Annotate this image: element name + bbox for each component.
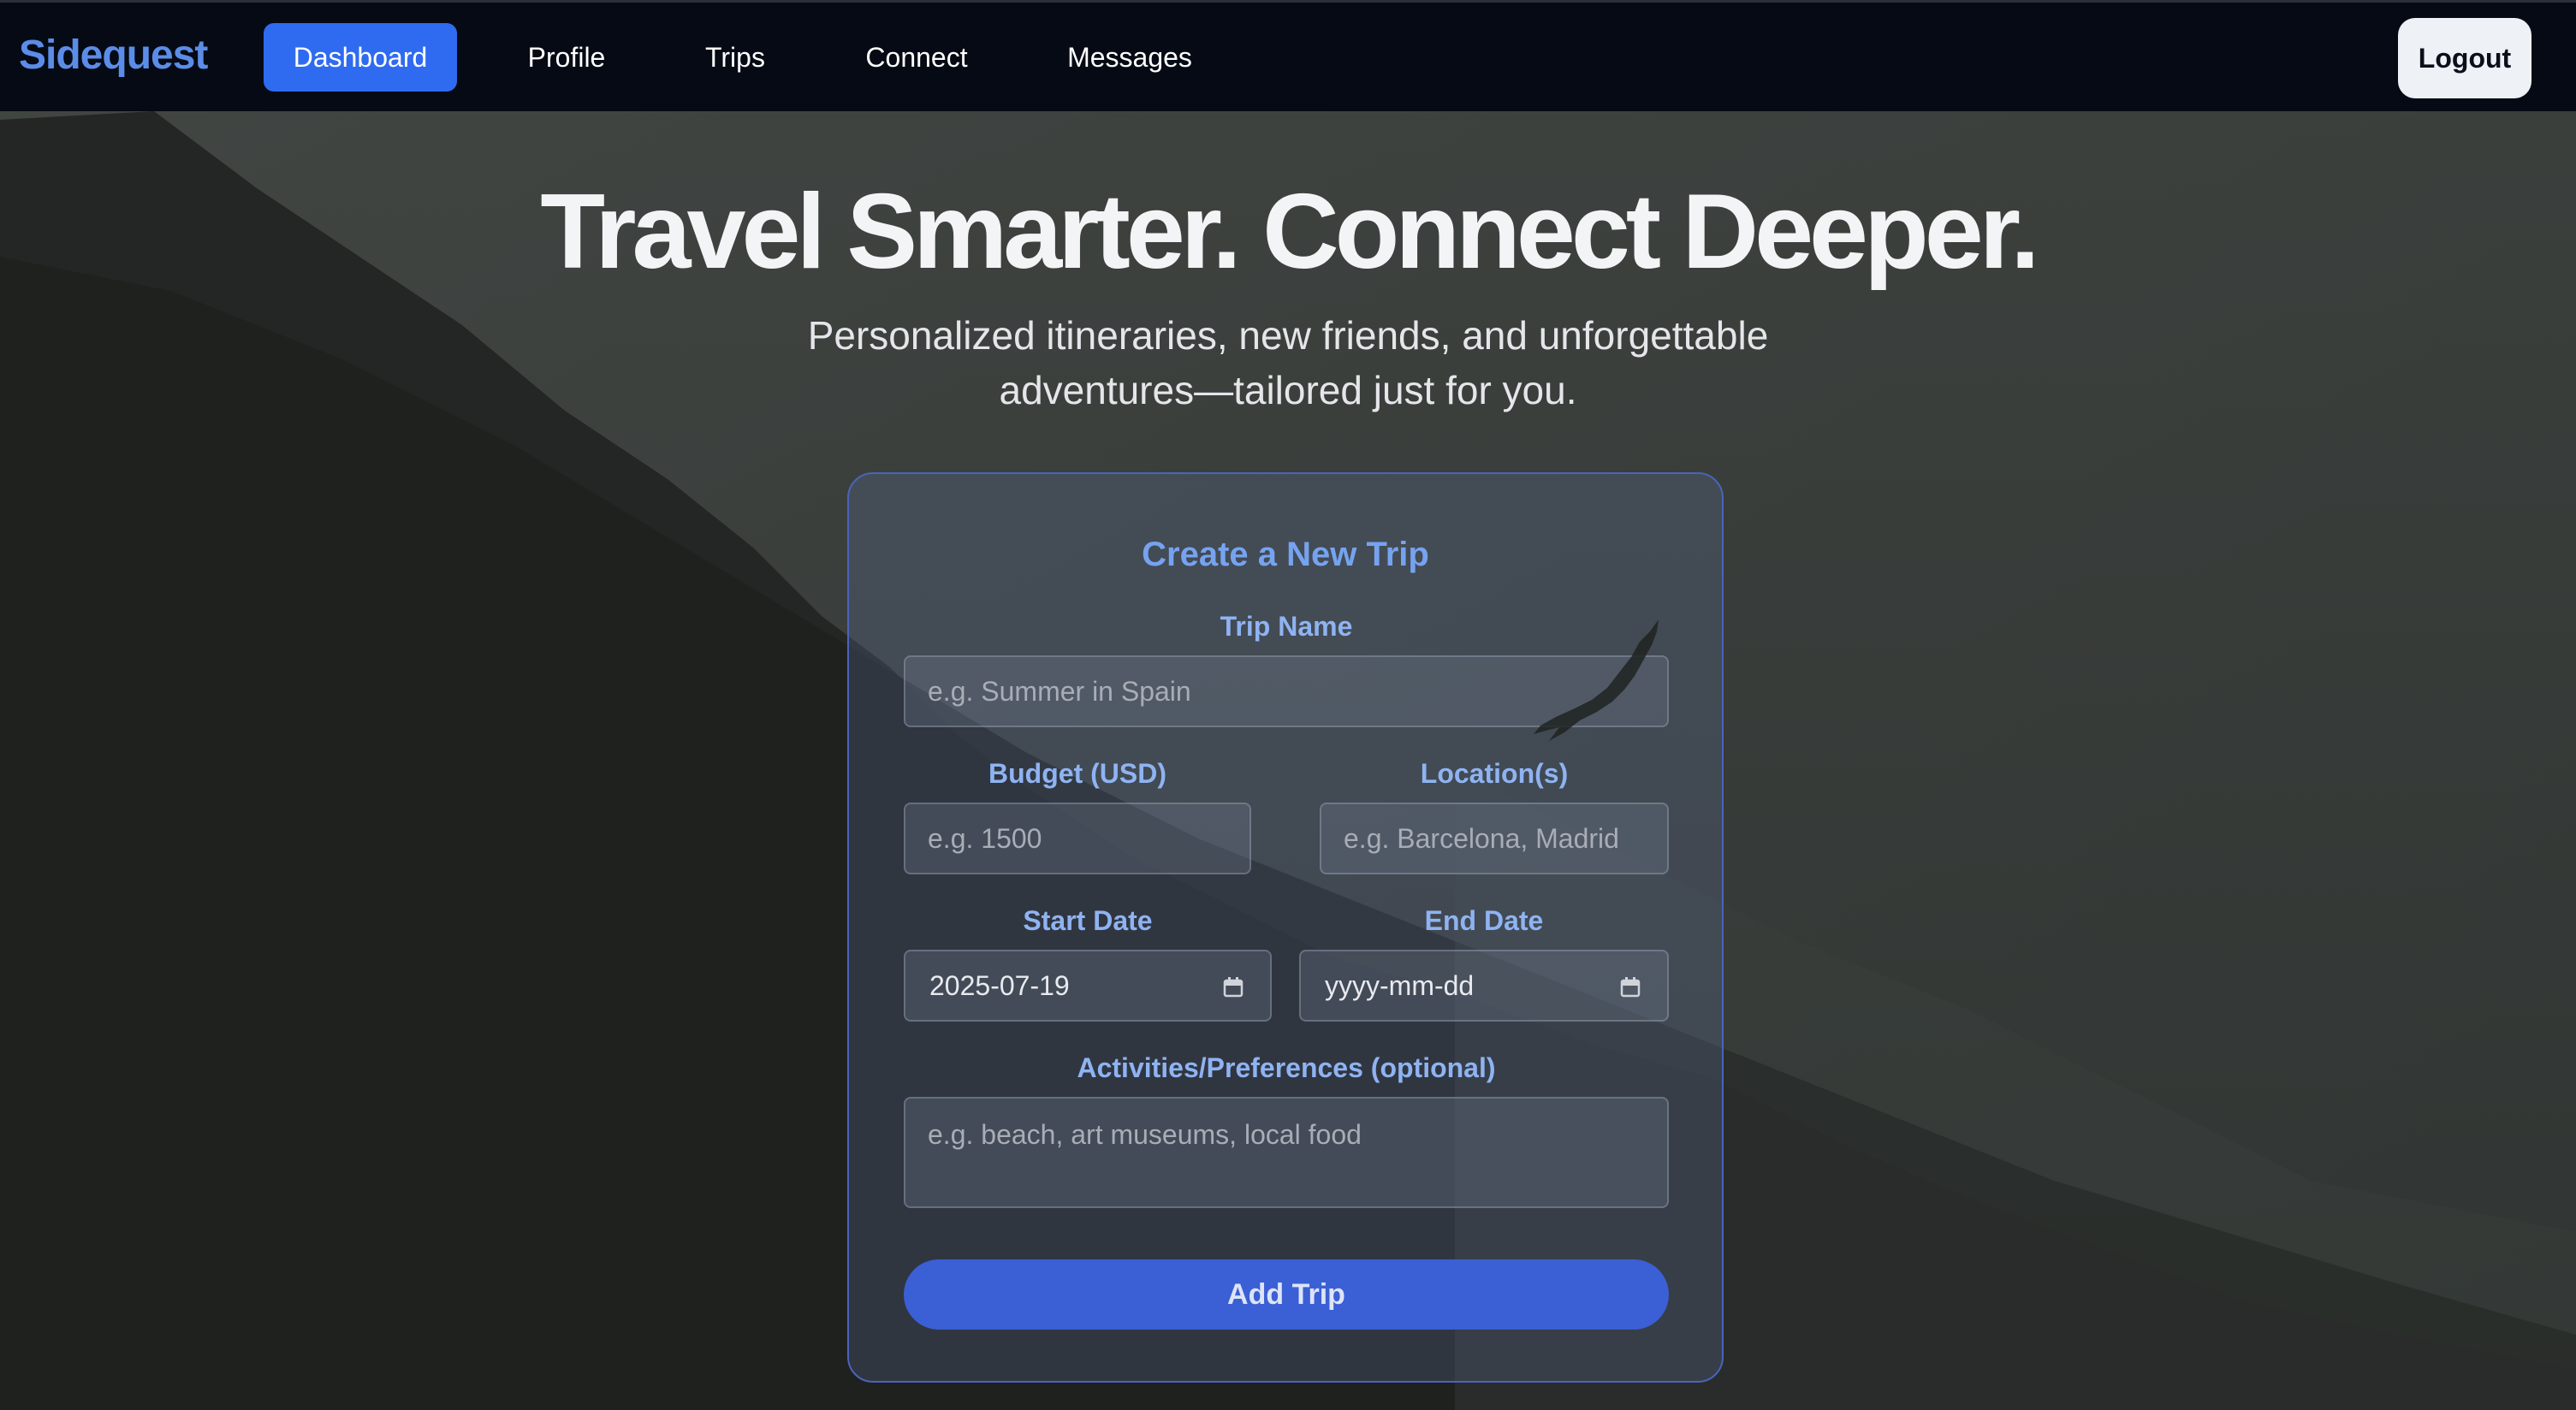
budget-label: Budget (USD) (988, 758, 1166, 789)
nav-messages[interactable]: Messages (1053, 23, 1207, 92)
end-date-label: End Date (1424, 905, 1544, 936)
create-trip-card: Create a New Trip Trip Name Budget (USD)… (847, 472, 1724, 1383)
eagle-silhouette-icon (1534, 619, 1659, 741)
add-trip-button[interactable]: Add Trip (904, 1259, 1669, 1330)
nav-dashboard[interactable]: Dashboard (264, 23, 457, 92)
card-title: Create a New Trip (1142, 536, 1429, 573)
hero-title: Travel Smarter. Connect Deeper. (540, 173, 2039, 291)
nav-profile[interactable]: Profile (505, 23, 628, 92)
activities-label: Activities/Preferences (optional) (1077, 1052, 1496, 1083)
brand-logo[interactable]: Sidequest (19, 32, 208, 79)
end-date-value: yyyy-mm-dd (1325, 969, 1475, 1001)
calendar-icon[interactable] (1619, 976, 1641, 998)
logout-button[interactable]: Logout (2398, 18, 2531, 98)
end-date-input[interactable]: yyyy-mm-dd (1299, 950, 1669, 1022)
top-navbar: Sidequest Dashboard Profile Trips Connec… (0, 0, 2576, 111)
hero-subtitle-line-1: Personalized itineraries, new friends, a… (807, 313, 1769, 358)
budget-input[interactable] (904, 803, 1251, 874)
start-date-label: Start Date (1023, 905, 1153, 936)
nav-connect[interactable]: Connect (846, 23, 988, 92)
start-date-value: 2025-07-19 (929, 969, 1070, 1001)
hero-subtitle: Personalized itineraries, new friends, a… (753, 308, 1823, 418)
hero-subtitle-line-2: adventures—tailored just for you. (999, 368, 1577, 412)
calendar-icon[interactable] (1222, 976, 1244, 998)
locations-input[interactable] (1320, 803, 1669, 874)
activities-textarea[interactable] (904, 1097, 1669, 1208)
nav-trips[interactable]: Trips (685, 23, 786, 92)
locations-label: Location(s) (1420, 758, 1569, 789)
start-date-input[interactable]: 2025-07-19 (904, 950, 1272, 1022)
